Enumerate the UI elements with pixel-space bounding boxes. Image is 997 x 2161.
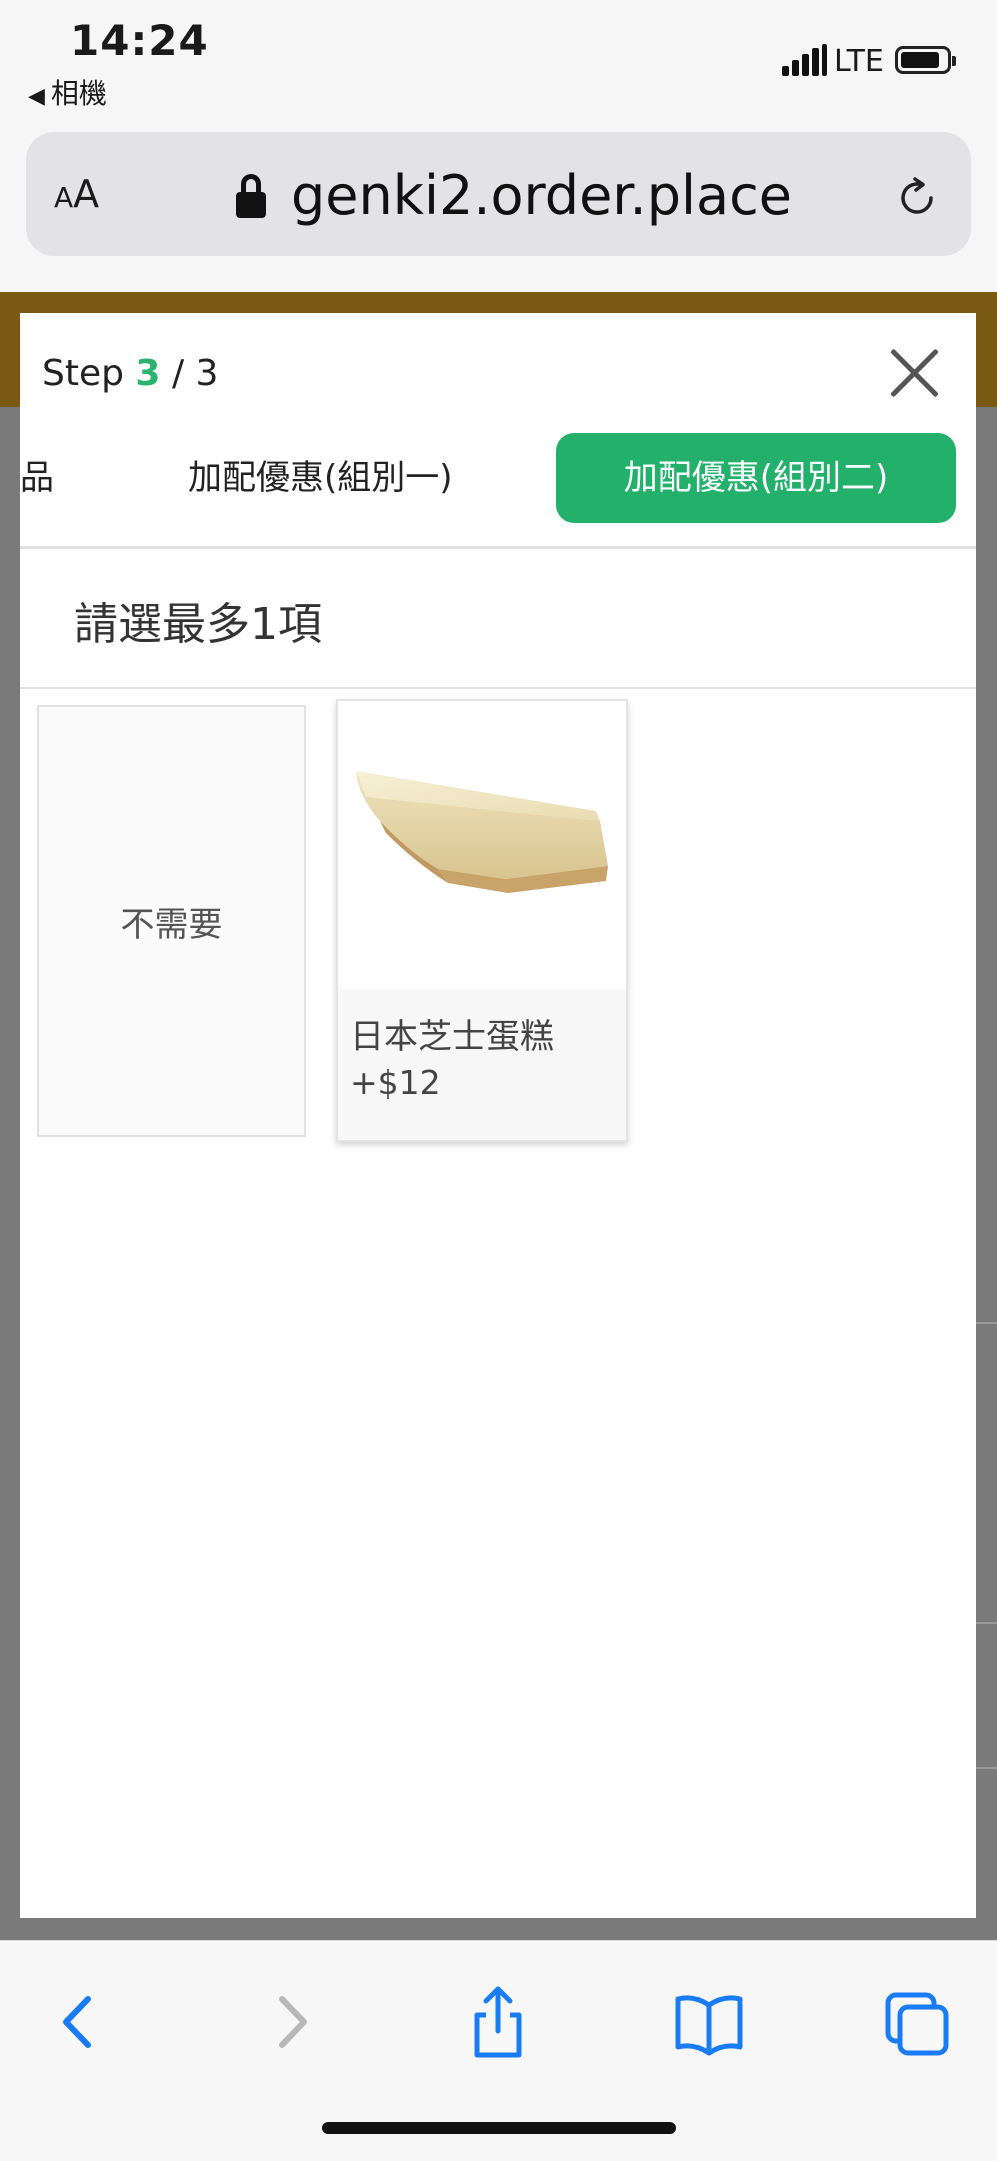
step-indicator: Step 3 / 3 <box>42 353 219 394</box>
home-indicator <box>322 2122 676 2134</box>
bookmarks-icon[interactable] <box>664 1977 754 2067</box>
step-current: 3 <box>135 353 161 394</box>
option-none[interactable]: 不需要 <box>37 705 306 1137</box>
option-cheesecake[interactable]: 日本芝士蛋糕 +$12 <box>336 699 628 1142</box>
tab-products[interactable]: 品 <box>20 433 54 523</box>
add-on-modal: Step 3 / 3 品 加配優惠(組別一) 加配優惠(組別二) 請選最多1項 … <box>20 313 976 1918</box>
option-tabs: 品 加配優惠(組別一) 加配優惠(組別二) <box>20 433 976 543</box>
back-to-app-link[interactable]: ◀ 相機 <box>28 72 107 112</box>
battery-icon <box>895 46 956 74</box>
option-none-label: 不需要 <box>120 905 223 945</box>
cheesecake-image <box>338 701 626 989</box>
forward-icon[interactable] <box>244 1977 334 2067</box>
address-bar[interactable]: AA genki2.order.place <box>26 132 971 256</box>
lock-icon <box>236 174 266 218</box>
option-name: 日本芝士蛋糕 <box>350 1017 554 1057</box>
tab-add-on-group-2[interactable]: 加配優惠(組別二) <box>556 433 956 523</box>
url-text[interactable]: genki2.order.place <box>291 164 792 227</box>
tabs-divider <box>20 546 976 549</box>
signal-icon <box>782 44 828 76</box>
back-app-label: 相機 <box>50 77 107 110</box>
text-size-button[interactable]: AA <box>54 172 99 216</box>
browser-header: AA genki2.order.place <box>0 120 997 292</box>
selection-instruction: 請選最多1項 <box>74 599 322 650</box>
tabs-icon[interactable] <box>872 1977 962 2067</box>
share-icon[interactable] <box>453 1977 543 2067</box>
status-bar: 14:24 ◀ 相機 LTE <box>0 0 997 120</box>
status-time: 14:24 <box>70 16 209 65</box>
back-triangle-icon: ◀ <box>28 84 45 109</box>
option-price: +$12 <box>350 1063 441 1102</box>
reload-icon[interactable] <box>895 176 939 220</box>
tab-add-on-group-1[interactable]: 加配優惠(組別一) <box>188 433 453 523</box>
close-icon[interactable] <box>886 345 942 401</box>
instruction-divider <box>20 687 976 689</box>
back-icon[interactable] <box>36 1977 126 2067</box>
network-label: LTE <box>834 44 884 79</box>
